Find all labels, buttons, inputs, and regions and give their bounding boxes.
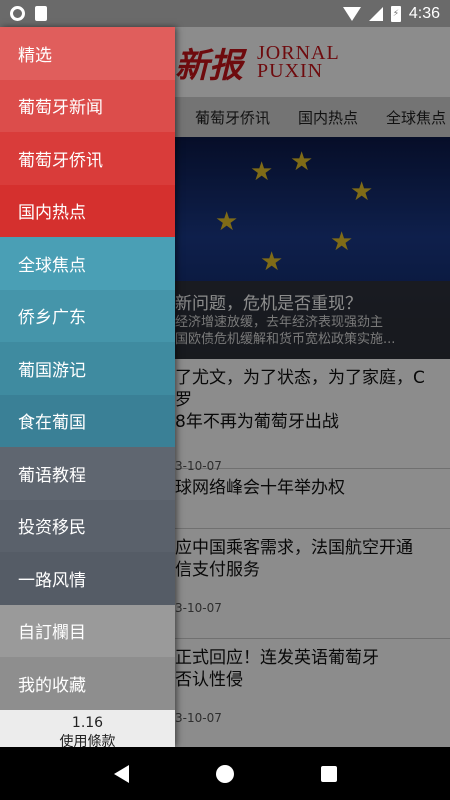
- home-icon[interactable]: [215, 764, 234, 783]
- drawer-item-food[interactable]: 食在葡国: [0, 394, 175, 447]
- drawer-item-portugal-news[interactable]: 葡萄牙新闻: [0, 79, 175, 132]
- navigation-drawer: 精选 葡萄牙新闻 葡萄牙侨讯 国内热点 全球焦点 侨乡广东 葡国游记 食在葡国 …: [0, 27, 175, 755]
- sd-card-icon: [35, 6, 47, 21]
- recent-apps-icon[interactable]: [320, 765, 337, 782]
- battery-charging-icon: ⚡: [390, 5, 401, 22]
- drawer-item-custom-columns[interactable]: 自訂欄目: [0, 604, 175, 657]
- system-nav-bar: [0, 747, 450, 800]
- drawer-item-scenery[interactable]: 一路风情: [0, 552, 175, 605]
- drawer-item-travel[interactable]: 葡国游记: [0, 342, 175, 395]
- drawer-item-portuguese-lessons[interactable]: 葡语教程: [0, 447, 175, 500]
- app-version: 1.16: [71, 714, 104, 731]
- back-icon[interactable]: [113, 764, 129, 783]
- signal-icon: [368, 6, 383, 21]
- drawer-item-favorites[interactable]: 我的收藏: [0, 657, 175, 710]
- drawer-item-investment-immigration[interactable]: 投资移民: [0, 499, 175, 552]
- drawer-item-portugal-overseas[interactable]: 葡萄牙侨讯: [0, 132, 175, 185]
- drawer-item-guangdong[interactable]: 侨乡广东: [0, 289, 175, 342]
- status-time: 4:36: [408, 4, 440, 22]
- drawer-item-featured[interactable]: 精选: [0, 27, 175, 80]
- sync-icon: [10, 6, 25, 21]
- wifi-icon: [342, 6, 361, 21]
- drawer-item-global[interactable]: 全球焦点: [0, 237, 175, 290]
- drawer-item-domestic[interactable]: 国内热点: [0, 184, 175, 237]
- status-bar: ⚡ 4:36: [0, 0, 450, 27]
